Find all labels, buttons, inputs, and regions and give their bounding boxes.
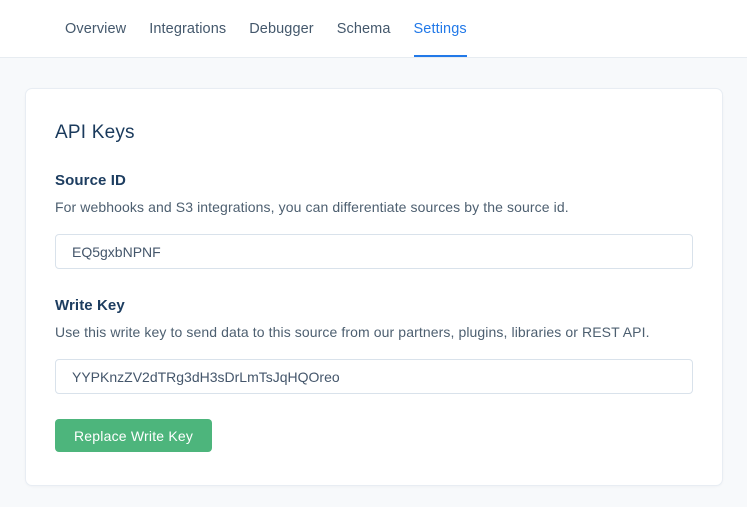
write-key-label: Write Key: [55, 297, 693, 314]
replace-write-key-button[interactable]: Replace Write Key: [55, 419, 212, 452]
tab-debugger[interactable]: Debugger: [249, 0, 314, 57]
source-id-label: Source ID: [55, 172, 693, 189]
api-keys-title: API Keys: [55, 122, 693, 144]
source-id-input[interactable]: [55, 234, 693, 269]
source-id-description: For webhooks and S3 integrations, you ca…: [55, 199, 693, 215]
write-key-input[interactable]: [55, 359, 693, 394]
tab-settings[interactable]: Settings: [414, 0, 467, 57]
tab-schema[interactable]: Schema: [337, 0, 391, 57]
api-keys-card: API Keys Source ID For webhooks and S3 i…: [25, 88, 723, 486]
write-key-description: Use this write key to send data to this …: [55, 324, 693, 340]
settings-page-content: API Keys Source ID For webhooks and S3 i…: [0, 58, 747, 486]
tab-integrations[interactable]: Integrations: [149, 0, 226, 57]
tab-bar: Overview Integrations Debugger Schema Se…: [0, 0, 747, 58]
tab-overview[interactable]: Overview: [65, 0, 126, 57]
